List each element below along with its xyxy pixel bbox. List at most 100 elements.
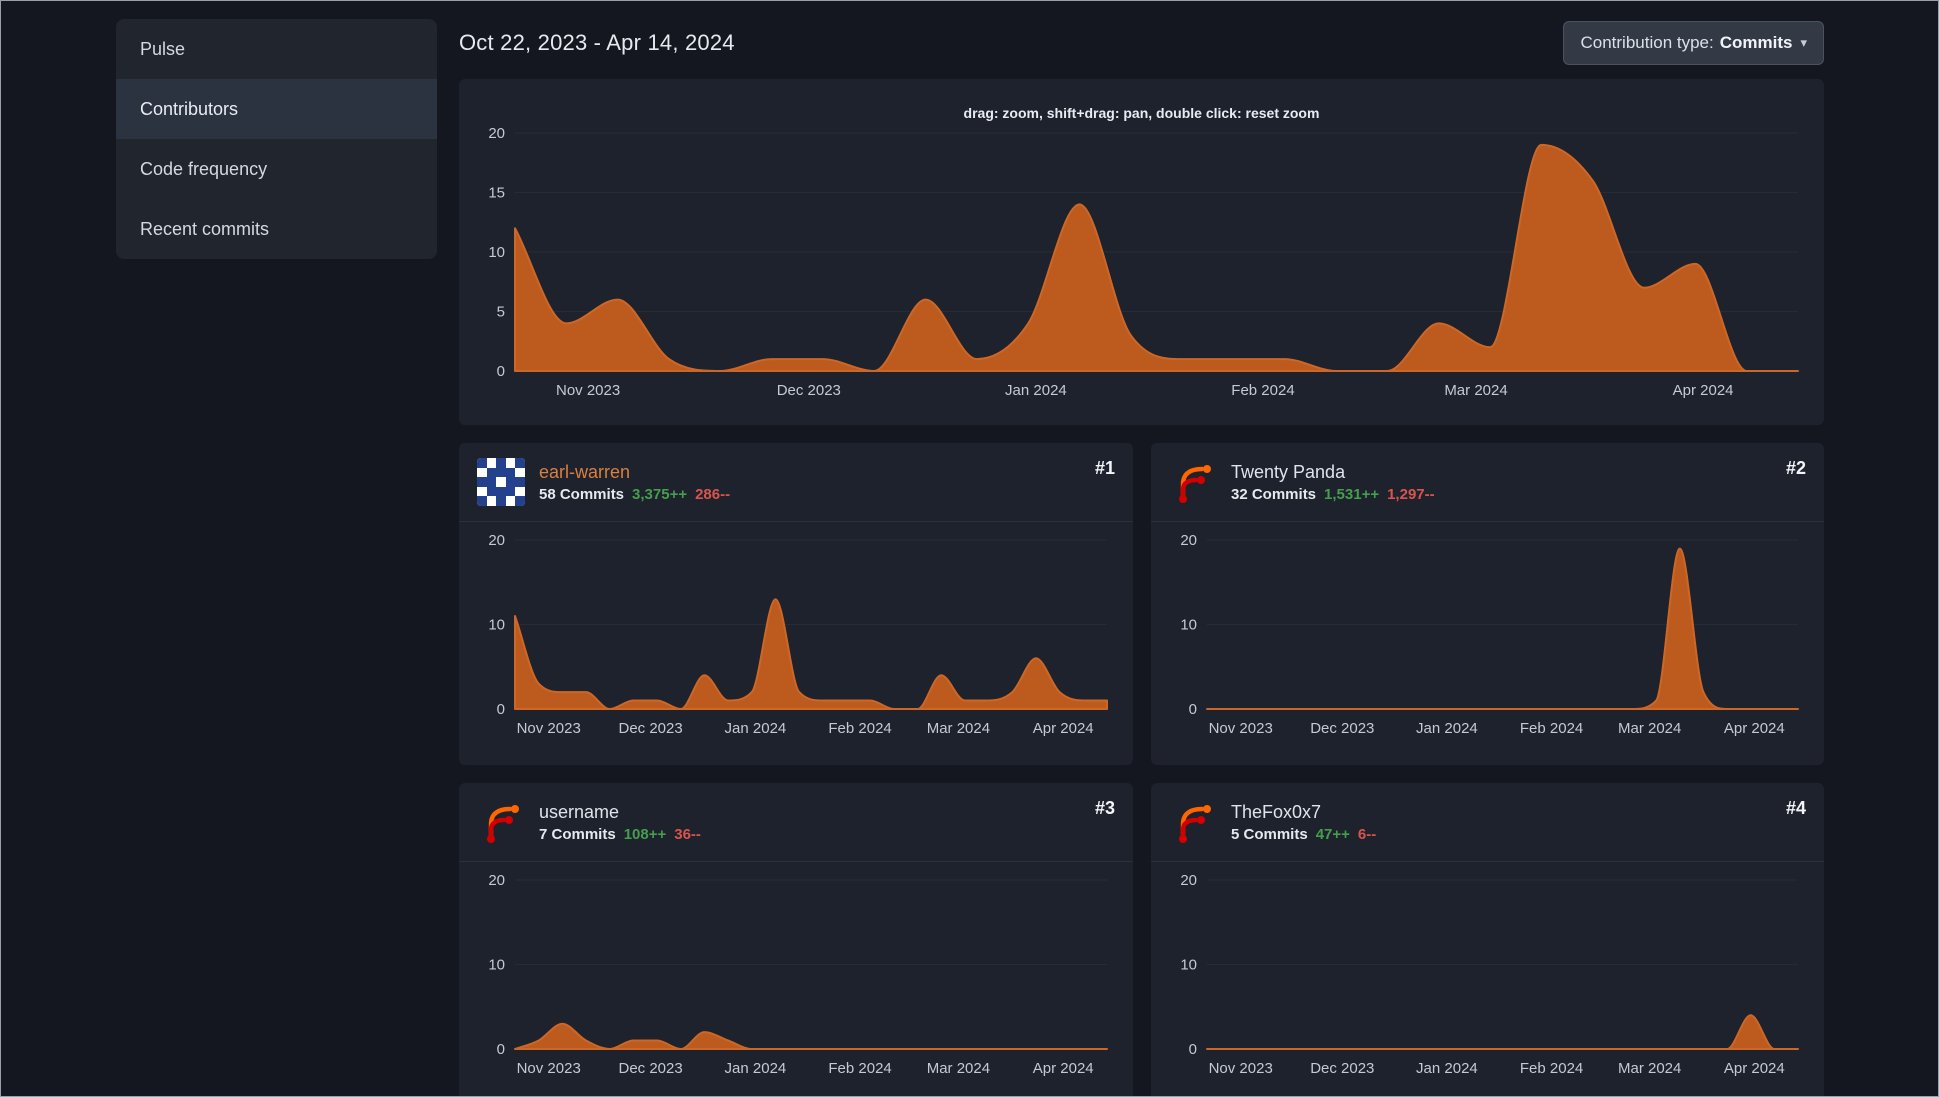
contributor-meta: Twenty Panda 32 Commits 1,531++ 1,297--: [1231, 462, 1435, 503]
area-series: [514, 598, 1108, 710]
area-series: [514, 143, 1799, 372]
additions-count: 47++: [1315, 825, 1350, 843]
svg-text:Jan 2024: Jan 2024: [1005, 382, 1067, 399]
contributor-meta: TheFox0x7 5 Commits 47++ 6--: [1231, 802, 1376, 843]
sidebar: Pulse Contributors Code frequency Recent…: [116, 19, 437, 1096]
contributor-name[interactable]: username: [539, 802, 701, 823]
contributor-name[interactable]: TheFox0x7: [1231, 802, 1376, 823]
svg-text:Jan 2024: Jan 2024: [1416, 1060, 1478, 1077]
area-series: [1206, 1014, 1799, 1050]
contributor-stats: 32 Commits 1,531++ 1,297--: [1231, 486, 1435, 503]
svg-text:10: 10: [488, 617, 505, 634]
svg-text:Mar 2024: Mar 2024: [927, 720, 990, 737]
contributor-card-header: TheFox0x7 5 Commits 47++ 6-- #4: [1151, 783, 1824, 862]
overall-contributions-panel: drag: zoom, shift+drag: pan, double clic…: [459, 79, 1824, 425]
contributor-chart[interactable]: 0 10 20 Nov 2023 Dec 2023 Jan 2024 Feb 2024 Mar…: [459, 862, 1133, 1096]
svg-text:Apr 2024: Apr 2024: [1033, 720, 1094, 737]
sidebar-item-code-frequency[interactable]: Code frequency: [116, 139, 437, 199]
svg-text:Nov 2023: Nov 2023: [1209, 720, 1273, 737]
contributor-stats: 58 Commits 3,375++ 286--: [539, 486, 730, 503]
chevron-down-icon: ▾: [1800, 35, 1807, 50]
svg-text:Jan 2024: Jan 2024: [725, 1060, 787, 1077]
svg-text:20: 20: [1180, 532, 1197, 549]
svg-text:Jan 2024: Jan 2024: [725, 720, 787, 737]
contribution-type-label: Contribution type:: [1580, 33, 1714, 52]
forgejo-logo-icon[interactable]: [1169, 458, 1217, 506]
svg-text:Feb 2024: Feb 2024: [828, 1060, 891, 1077]
contributor-name[interactable]: earl-warren: [539, 462, 730, 483]
svg-text:10: 10: [488, 244, 505, 261]
rank-badge: #1: [1094, 458, 1115, 478]
overall-contributions-svg: 0 5 10 15 20 Nov 2023 Dec 2023 Jan 2024 Feb 2024…: [488, 125, 1799, 399]
svg-text:10: 10: [1180, 617, 1197, 634]
deletions-count: 6--: [1357, 825, 1377, 843]
twenty-panda-commits-svg: 0 10 20 Nov 2023 Dec 2023 Jan 2024 Feb 2024 Mar…: [1180, 532, 1799, 737]
contributor-chart[interactable]: 0 10 20 Nov 2023 Dec 2023 Jan 2024 Feb 2024 Mar…: [459, 522, 1133, 765]
svg-text:Mar 2024: Mar 2024: [1618, 720, 1681, 737]
page-header: Oct 22, 2023 - Apr 14, 2024 Contribution…: [459, 19, 1824, 67]
svg-text:10: 10: [1180, 957, 1197, 974]
svg-text:Dec 2023: Dec 2023: [1310, 720, 1374, 737]
rank-badge: #4: [1785, 798, 1806, 818]
svg-text:Nov 2023: Nov 2023: [1209, 1060, 1273, 1077]
svg-text:Dec 2023: Dec 2023: [1310, 1060, 1374, 1077]
contributor-card-3: username 7 Commits 108++ 36-- #3 0 10 20 No…: [459, 783, 1133, 1096]
contributor-stats: 5 Commits 47++ 6--: [1231, 826, 1376, 843]
sidebar-item-pulse[interactable]: Pulse: [116, 19, 437, 79]
svg-text:Feb 2024: Feb 2024: [1520, 1060, 1583, 1077]
rank-badge: #2: [1785, 458, 1806, 478]
svg-text:0: 0: [497, 1041, 505, 1058]
svg-text:Apr 2024: Apr 2024: [1673, 382, 1734, 399]
svg-text:Jan 2024: Jan 2024: [1416, 720, 1478, 737]
rank-badge: #3: [1094, 798, 1115, 818]
contributor-name[interactable]: Twenty Panda: [1231, 462, 1435, 483]
additions-count: 1,531++: [1324, 485, 1380, 503]
contributor-card-1: earl-warren 58 Commits 3,375++ 286-- #1 …: [459, 443, 1133, 765]
sidebar-item-recent-commits[interactable]: Recent commits: [116, 199, 437, 259]
contributor-card-header: Twenty Panda 32 Commits 1,531++ 1,297-- …: [1151, 443, 1824, 522]
sidebar-item-contributors[interactable]: Contributors: [116, 79, 437, 139]
svg-text:10: 10: [488, 957, 505, 974]
svg-text:Nov 2023: Nov 2023: [556, 382, 620, 399]
svg-text:Apr 2024: Apr 2024: [1033, 1060, 1094, 1077]
svg-text:20: 20: [1180, 872, 1197, 889]
forgejo-logo-icon[interactable]: [477, 798, 525, 846]
svg-text:20: 20: [488, 532, 505, 549]
svg-text:Feb 2024: Feb 2024: [828, 720, 891, 737]
svg-text:5: 5: [497, 304, 505, 321]
contributor-chart[interactable]: 0 10 20 Nov 2023 Dec 2023 Jan 2024 Feb 2024 Mar…: [1151, 522, 1824, 765]
contributor-chart[interactable]: 0 10 20 Nov 2023 Dec 2023 Jan 2024 Feb 2024 Mar…: [1151, 862, 1824, 1096]
additions-count: 108++: [623, 825, 667, 843]
avatar[interactable]: [477, 458, 525, 506]
svg-text:Feb 2024: Feb 2024: [1520, 720, 1583, 737]
contribution-type-dropdown[interactable]: Contribution type: Commits ▾: [1563, 21, 1824, 65]
svg-text:Mar 2024: Mar 2024: [1618, 1060, 1681, 1077]
svg-text:Nov 2023: Nov 2023: [517, 1060, 581, 1077]
thefox0x7-commits-svg: 0 10 20 Nov 2023 Dec 2023 Jan 2024 Feb 2024 Mar…: [1180, 872, 1799, 1077]
svg-text:Mar 2024: Mar 2024: [927, 1060, 990, 1077]
svg-text:0: 0: [497, 701, 505, 718]
svg-text:15: 15: [488, 185, 505, 202]
contributor-cards-grid: earl-warren 58 Commits 3,375++ 286-- #1 …: [459, 443, 1824, 1096]
username-commits-svg: 0 10 20 Nov 2023 Dec 2023 Jan 2024 Feb 2024 Mar…: [488, 872, 1108, 1077]
area-series: [514, 1022, 1108, 1050]
contributor-stats: 7 Commits 108++ 36--: [539, 826, 701, 843]
svg-text:Feb 2024: Feb 2024: [1231, 382, 1294, 399]
main-content: Oct 22, 2023 - Apr 14, 2024 Contribution…: [459, 19, 1824, 1096]
commit-count: 32 Commits: [1231, 485, 1317, 503]
contributors-page: Pulse Contributors Code frequency Recent…: [0, 0, 1939, 1097]
svg-text:Apr 2024: Apr 2024: [1724, 720, 1785, 737]
contributor-meta: earl-warren 58 Commits 3,375++ 286--: [539, 462, 730, 503]
deletions-count: 1,297--: [1387, 485, 1435, 503]
overall-contributions-chart[interactable]: 0 5 10 15 20 Nov 2023 Dec 2023 Jan 2024 Feb 2024…: [459, 123, 1824, 425]
contributor-card-2: Twenty Panda 32 Commits 1,531++ 1,297-- …: [1151, 443, 1824, 765]
svg-text:Apr 2024: Apr 2024: [1724, 1060, 1785, 1077]
contribution-type-value: Commits: [1719, 33, 1793, 52]
deletions-count: 36--: [674, 825, 701, 843]
contributor-card-4: TheFox0x7 5 Commits 47++ 6-- #4 0 10 20 Nov…: [1151, 783, 1824, 1096]
svg-text:Dec 2023: Dec 2023: [618, 720, 682, 737]
forgejo-logo-icon[interactable]: [1169, 798, 1217, 846]
svg-text:0: 0: [1189, 701, 1197, 718]
contributor-card-header: username 7 Commits 108++ 36-- #3: [459, 783, 1133, 862]
svg-text:Dec 2023: Dec 2023: [618, 1060, 682, 1077]
